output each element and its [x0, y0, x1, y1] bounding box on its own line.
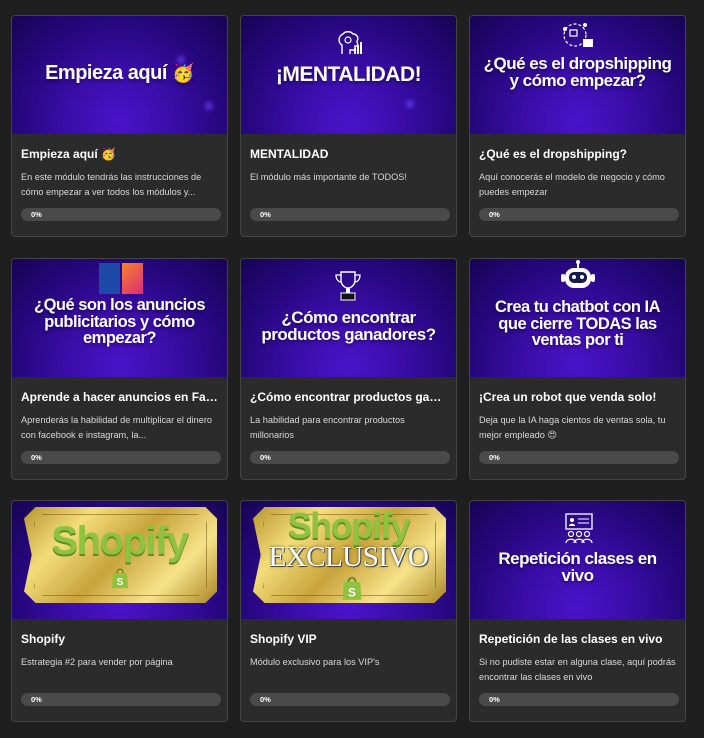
progress-bar: 0%	[21, 208, 221, 221]
robot-icon	[561, 260, 595, 288]
module-title[interactable]: ¿Qué es el dropshipping?	[479, 147, 677, 161]
module-banner[interactable]: Shopify S	[12, 501, 227, 619]
svg-text:S: S	[348, 585, 356, 599]
social-ads-icon	[99, 263, 143, 294]
online-class-icon	[565, 513, 593, 544]
module-banner[interactable]: Empieza aquí 🥳	[12, 16, 227, 134]
module-description: Aprenderás la habilidad de multiplicar e…	[21, 415, 213, 440]
shopify-bag-icon: S	[112, 568, 128, 588]
module-title[interactable]: MENTALIDAD	[250, 147, 448, 161]
module-description: Aquí conocerás el modelo de negocio y có…	[479, 172, 665, 197]
module-card-chatbot[interactable]: Crea tu chatbot con IA que cierre TODAS …	[469, 258, 686, 480]
progress-label: 0%	[489, 695, 500, 704]
progress-label: 0%	[260, 695, 271, 704]
module-banner[interactable]: Crea tu chatbot con IA que cierre TODAS …	[470, 259, 685, 377]
module-card-anuncios[interactable]: ¿Qué son los anuncios publicitarios y có…	[11, 258, 228, 480]
progress-bar: 0%	[21, 451, 221, 464]
module-banner[interactable]: ¡MENTALIDAD!	[241, 16, 456, 134]
module-description: La habilidad para encontrar productos mi…	[250, 415, 405, 440]
progress-label: 0%	[260, 210, 271, 219]
banner-title-line: ¿Cómo encontrar	[281, 308, 416, 327]
progress-bar: 0%	[479, 208, 679, 221]
trophy-icon	[335, 271, 361, 301]
progress-label: 0%	[31, 695, 42, 704]
module-title[interactable]: Aprende a hacer anuncios en Facebook	[21, 390, 219, 404]
progress-bar: 0%	[479, 693, 679, 706]
banner-title-line: que cierre TODAS las	[498, 314, 657, 333]
delivery-network-icon	[563, 23, 593, 47]
progress-label: 0%	[260, 453, 271, 462]
module-description: Deja que la IA haga cientos de ventas so…	[479, 415, 666, 440]
module-card-dropshipping[interactable]: ¿Qué es el dropshipping y cómo empezar? …	[469, 15, 686, 237]
banner-title-line: empezar?	[82, 329, 157, 347]
banner-title: Empieza aquí	[45, 62, 167, 84]
banner-title-line: vivo	[561, 566, 594, 585]
module-description: Módulo exclusivo para los VIP's	[250, 657, 380, 667]
module-title[interactable]: Shopify VIP	[250, 632, 448, 646]
module-title[interactable]: ¡Crea un robot que venda solo!	[479, 390, 677, 404]
progress-label: 0%	[31, 453, 42, 462]
shopify-bag-icon: S	[342, 576, 362, 600]
progress-bar: 0%	[250, 693, 450, 706]
progress-label: 0%	[489, 453, 500, 462]
banner-title-line: productos ganadores?	[261, 325, 436, 344]
module-card-shopify[interactable]: Shopify S Shopify Estrategia #2 para ven…	[11, 500, 228, 722]
banner-title-line: ¿Qué es el dropshipping	[483, 54, 672, 73]
progress-bar: 0%	[250, 208, 450, 221]
module-description: Si no pudiste estar en alguna clase, aqu…	[479, 657, 676, 682]
module-banner[interactable]: ¿Cómo encontrar productos ganadores?	[241, 259, 456, 377]
module-description: En este módulo tendrás las instrucciones…	[21, 172, 202, 197]
progress-bar: 0%	[479, 451, 679, 464]
module-card-shopify-vip[interactable]: Shopify EXCLUSIVO S Shopify VIP Módulo e…	[240, 500, 457, 722]
module-title[interactable]: Shopify	[21, 632, 219, 646]
module-title[interactable]: Empieza aquí 🥳	[21, 147, 219, 161]
banner-title-line: Repetición clases en	[498, 549, 657, 568]
banner-title-line: ¿Qué son los anuncios	[33, 296, 206, 314]
progress-bar: 0%	[21, 693, 221, 706]
module-card-empieza-aqui[interactable]: Empieza aquí 🥳 Empieza aquí 🥳 En este mó…	[11, 15, 228, 237]
banner-title-line: y cómo empezar?	[509, 71, 646, 90]
banner-title-line: publicitarios y cómo	[44, 312, 195, 331]
module-banner[interactable]: Shopify EXCLUSIVO S	[241, 501, 456, 619]
module-card-repeticion-clases[interactable]: Repetición clases en vivo Repetición de …	[469, 500, 686, 722]
progress-label: 0%	[489, 210, 500, 219]
module-card-productos-ganadores[interactable]: ¿Cómo encontrar productos ganadores? ¿Có…	[240, 258, 457, 480]
module-banner[interactable]: ¿Qué son los anuncios publicitarios y có…	[12, 259, 227, 377]
banner-title-line: ventas por ti	[531, 331, 624, 349]
progress-label: 0%	[31, 210, 42, 219]
module-banner[interactable]: Repetición clases en vivo	[470, 501, 685, 619]
banner-title: ¡MENTALIDAD!	[275, 63, 422, 86]
banner-title-line: Crea tu chatbot con IA	[494, 298, 661, 316]
svg-text:S: S	[117, 577, 124, 588]
party-face-icon: 🥳	[171, 63, 194, 83]
brain-growth-icon	[338, 31, 362, 54]
module-card-mentalidad[interactable]: ¡MENTALIDAD! MENTALIDAD El módulo más im…	[240, 15, 457, 237]
banner-title: Shopify	[51, 519, 189, 563]
banner-subtitle: EXCLUSIVO	[268, 541, 429, 573]
module-banner[interactable]: ¿Qué es el dropshipping y cómo empezar?	[470, 16, 685, 134]
module-title[interactable]: Repetición de las clases en vivo	[479, 632, 677, 646]
progress-bar: 0%	[250, 451, 450, 464]
module-grid: Empieza aquí 🥳 Empieza aquí 🥳 En este mó…	[0, 0, 704, 738]
module-description: Estrategia #2 para vender por página	[21, 657, 173, 667]
module-title[interactable]: ¿Cómo encontrar productos ganadores?	[250, 390, 448, 404]
module-description: El módulo más importante de TODOS!	[250, 172, 407, 182]
